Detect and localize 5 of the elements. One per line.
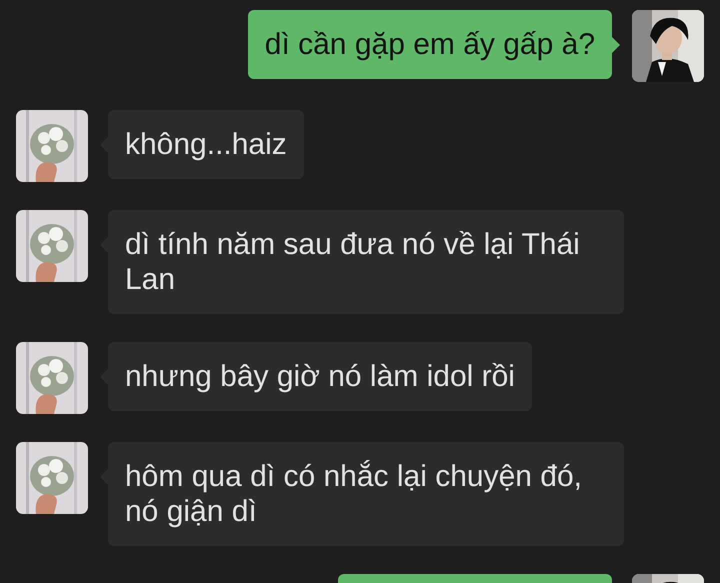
message-bubble: dì cần gặp em ấy gấp à? bbox=[248, 10, 612, 79]
message-bubble: nhưng bây giờ nó làm idol rồi bbox=[108, 342, 532, 411]
message-bubble: dì tính năm sau đưa nó về lại Thái Lan bbox=[108, 210, 624, 314]
message-bubble: hôm qua dì có nhắc lại chuyện đó, nó giận dì bbox=[108, 442, 624, 546]
message-bubble: không...haiz bbox=[108, 110, 304, 179]
